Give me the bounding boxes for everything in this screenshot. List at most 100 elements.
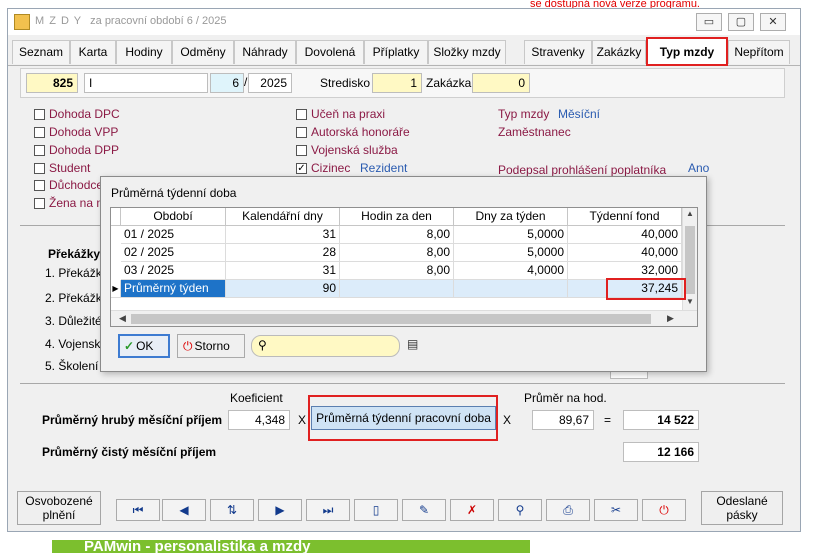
label-student: Student: [49, 161, 91, 175]
tab-odmeny[interactable]: Odměny: [172, 40, 234, 64]
period-separator: /: [244, 75, 248, 89]
print-icon[interactable]: ⎙: [546, 499, 590, 521]
tab-typ-mzdy[interactable]: Typ mzdy: [646, 37, 728, 66]
tab-dovolena[interactable]: Dovolená: [296, 40, 364, 64]
window-title-text: M Z D Y: [35, 15, 83, 27]
grid-hscrollbar[interactable]: ◀ ▶: [111, 310, 697, 326]
col-obdobi[interactable]: Období: [121, 208, 226, 226]
checkbox-dohoda-dpp[interactable]: [34, 145, 45, 156]
col-tydenni-fond[interactable]: Týdenní fond: [568, 208, 682, 226]
search-record-icon[interactable]: ⚲: [498, 499, 542, 521]
typ-mzdy-value: Měsíční: [558, 107, 601, 121]
koeficient-label: Koeficient: [230, 391, 283, 405]
tab-seznam[interactable]: Seznam: [12, 40, 70, 64]
section-divider-2: [20, 383, 785, 384]
next-record-icon[interactable]: ▶: [258, 499, 302, 521]
checkbox-ucen[interactable]: [296, 109, 307, 120]
ok-button[interactable]: ✓ OK: [118, 334, 170, 358]
odeslane-pasky-button[interactable]: Odeslané pásky: [701, 491, 783, 525]
label-dohoda-vpp: Dohoda VPP: [49, 125, 119, 139]
table-row-1-fond: 40,000: [568, 226, 682, 244]
table-row-1-dny: 31: [226, 226, 340, 244]
zakazka-field[interactable]: 0: [472, 73, 530, 93]
table-row-2-dny-tyden: 5,0000: [454, 244, 568, 262]
table-row-3-dny: 31: [226, 262, 340, 280]
tab-neprítomnost[interactable]: Nepřítom: [728, 40, 790, 64]
table-row-1-hodin: 8,00: [340, 226, 454, 244]
last-record-icon[interactable]: ⏭: [306, 499, 350, 521]
new-document-icon[interactable]: ▯: [354, 499, 398, 521]
current-row-indicator: ▶: [111, 280, 121, 298]
close-button[interactable]: ✕: [760, 13, 786, 31]
checkbox-duchodce[interactable]: [34, 180, 45, 191]
table-row-2-dny: 28: [226, 244, 340, 262]
storno-button[interactable]: ⏻ Storno: [177, 334, 245, 358]
cisty-prijem-value: 12 166: [623, 442, 699, 462]
table-row-3-obdobi: 03 / 2025: [121, 262, 226, 280]
sort-icon[interactable]: ⇅: [210, 499, 254, 521]
table-row-2-obdobi: 02 / 2025: [121, 244, 226, 262]
tab-priplatky[interactable]: Příplatky: [364, 40, 428, 64]
hruby-prijem-value: 14 522: [623, 410, 699, 430]
col-hodin-za-den[interactable]: Hodin za den: [340, 208, 454, 226]
keyboard-icon[interactable]: ▤: [407, 337, 427, 353]
obstacle-4: 4. Vojensk: [45, 337, 101, 351]
multiply-sign-2: X: [503, 413, 512, 427]
table-row-4-dny-tyden: [454, 280, 568, 298]
search-input[interactable]: ⚲: [251, 335, 400, 357]
table-row-2-fond: 40,000: [568, 244, 682, 262]
table-row-1-obdobi: 01 / 2025: [121, 226, 226, 244]
checkbox-autorska[interactable]: [296, 127, 307, 138]
period-year-field[interactable]: 2025: [248, 73, 292, 93]
zamestnanec-label: Zaměstnanec: [498, 125, 571, 139]
window-title: M Z D Y za pracovní období 6 / 2025: [35, 15, 227, 27]
stredisko-field[interactable]: 1: [372, 73, 422, 93]
app-icon: [14, 14, 30, 30]
checkbox-student[interactable]: [34, 163, 45, 174]
dialog-title: Průměrná týdenní doba: [111, 186, 237, 200]
obstacle-5: 5. Školení: [45, 359, 99, 373]
label-vojenska: Vojenská služba: [311, 143, 398, 157]
first-record-icon[interactable]: ⏮: [116, 499, 160, 521]
prumer-na-hod-field[interactable]: 89,67: [532, 410, 594, 430]
osvobozene-plneni-button[interactable]: Osvobozené plnění: [17, 491, 101, 525]
checkbox-vojenska[interactable]: [296, 145, 307, 156]
tab-nahrady[interactable]: Náhrady: [234, 40, 296, 64]
obstacle-2: 2. Překážk: [45, 291, 102, 305]
table-row-2-hodin: 8,00: [340, 244, 454, 262]
tools-icon[interactable]: ✂: [594, 499, 638, 521]
col-kalendarni-dny[interactable]: Kalendářní dny: [226, 208, 340, 226]
delete-icon[interactable]: ✗: [450, 499, 494, 521]
koeficient-field[interactable]: 4,348: [228, 410, 290, 430]
weekly-hours-button[interactable]: Průměrná týdenní pracovní doba: [311, 406, 496, 430]
storno-label: Storno: [194, 339, 230, 353]
tab-strip: Seznam Karta Hodiny Odměny Náhrady Dovol…: [8, 36, 800, 66]
maximize-button[interactable]: ▢: [728, 13, 754, 31]
obstacle-1: 1. Překážk: [45, 266, 102, 280]
employee-id-field[interactable]: 825: [26, 73, 78, 93]
checkbox-dohoda-vpp[interactable]: [34, 127, 45, 138]
label-autorska: Autorská honoráře: [311, 125, 410, 139]
tab-zakazky[interactable]: Zakázky: [592, 40, 646, 64]
typ-mzdy-label: Typ mzdy: [498, 107, 550, 121]
checkbox-zena[interactable]: [34, 198, 45, 209]
edit-icon[interactable]: ✎: [402, 499, 446, 521]
period-month-field[interactable]: 6: [210, 73, 244, 93]
tab-slozky-mzdy[interactable]: Složky mzdy: [428, 40, 506, 64]
label-ucen: Učeň na praxi: [311, 107, 386, 121]
employee-name-field[interactable]: I: [84, 73, 208, 93]
weekly-hours-dialog: Průměrná týdenní doba Období Kalendářní …: [100, 176, 707, 372]
weekly-hours-grid[interactable]: Období Kalendářní dny Hodin za den Dny z…: [110, 207, 698, 327]
table-row-4-obdobi[interactable]: Průměrný týden: [121, 280, 226, 298]
prev-record-icon[interactable]: ◀: [162, 499, 206, 521]
tab-karta[interactable]: Karta: [70, 40, 116, 64]
col-dny-za-tyden[interactable]: Dny za týden: [454, 208, 568, 226]
minimize-button[interactable]: ▭: [696, 13, 722, 31]
checkbox-dohoda-dpc[interactable]: [34, 109, 45, 120]
table-row-1-dny-tyden: 5,0000: [454, 226, 568, 244]
tab-stravenky[interactable]: Stravenky: [524, 40, 592, 64]
checkbox-cizinec[interactable]: ✓: [296, 163, 307, 174]
power-icon[interactable]: ⏻: [642, 499, 686, 521]
tab-hodiny[interactable]: Hodiny: [116, 40, 172, 64]
zakazka-label: Zakázka: [426, 76, 472, 90]
